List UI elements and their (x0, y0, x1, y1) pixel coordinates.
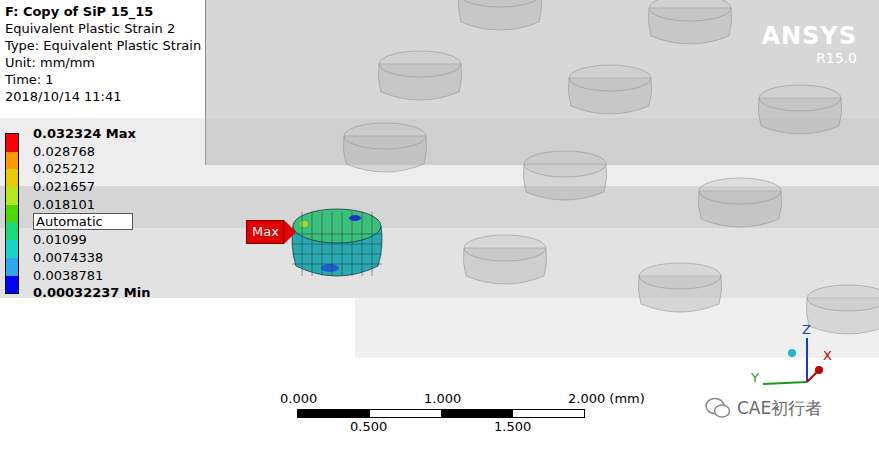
result-info-line: 2018/10/14 11:41 (5, 88, 200, 105)
result-info-line: Equivalent Plastic Strain 2 (5, 20, 200, 37)
scale-label: 0.000 (280, 391, 317, 407)
legend-band (6, 258, 18, 276)
solder-ball-icon (520, 146, 610, 210)
legend-band (6, 187, 18, 205)
legend-label: 0.028768 (33, 143, 151, 161)
svg-text:X: X (823, 348, 832, 363)
max-probe-label: Max (246, 220, 296, 244)
result-info-line: Time: 1 (5, 71, 200, 88)
legend-field[interactable]: Automatic (33, 213, 133, 230)
probe-arrow-icon (284, 220, 296, 244)
legend-label: 0.021657 (33, 178, 151, 196)
legend-label: 0.018101 (33, 196, 151, 214)
scale-label: 1.500 (494, 419, 531, 435)
legend-band (6, 169, 18, 187)
wechat-icon (705, 397, 731, 419)
solder-ball-icon (375, 46, 465, 110)
scale-label: 2.000 (mm) (568, 391, 645, 407)
solder-ball-icon (635, 258, 725, 322)
legend-label: 0.00032237 Min (33, 284, 151, 302)
legend-bar (5, 133, 19, 294)
watermark: CAE初行者 (705, 397, 822, 419)
solder-ball-icon (455, 0, 545, 40)
legend-label: 0.01099 (33, 231, 151, 249)
legend-band (6, 222, 18, 240)
legend-label: Automatic (33, 213, 151, 231)
ansys-result-view: Max F: Copy of SiP 15_15Equivalent Plasti… (0, 0, 879, 449)
result-info-line: Unit: mm/mm (5, 54, 200, 71)
result-title: F: Copy of SiP 15_15 (5, 3, 200, 20)
legend-band (6, 240, 18, 258)
lower-slab (355, 298, 879, 358)
solder-ball-icon (460, 230, 550, 294)
svg-text:Z: Z (802, 322, 811, 337)
solder-ball-icon (645, 0, 735, 54)
legend-label: 0.025212 (33, 160, 151, 178)
scale-bar: 0.0001.0002.000 (mm)0.5001.500 (272, 391, 632, 436)
result-ball-icon (290, 204, 384, 284)
legend-band (6, 152, 18, 170)
axis-triad-icon: ZX Y (745, 320, 845, 390)
legend: 0.032324 Max0.0287680.0252120.0216570.01… (5, 125, 200, 302)
info-panel: F: Copy of SiP 15_15Equivalent Plastic S… (0, 0, 200, 302)
solder-ball-icon (755, 80, 845, 144)
solder-ball-icon (565, 60, 655, 124)
solder-ball-icon (340, 118, 430, 182)
solder-ball-icon (803, 280, 879, 344)
ansys-logo: ANSYSR15.0 (761, 22, 857, 66)
scale-label: 0.500 (350, 419, 387, 435)
legend-label: 0.0038781 (33, 267, 151, 285)
solder-ball-icon (695, 173, 785, 237)
legend-band (6, 205, 18, 223)
result-info-line: Type: Equivalent Plastic Strain (5, 37, 200, 54)
scale-label: 1.000 (424, 391, 461, 407)
svg-text:Y: Y (750, 370, 759, 385)
legend-label: 0.0074338 (33, 249, 151, 267)
legend-band (6, 276, 18, 294)
legend-band (6, 134, 18, 152)
legend-label: 0.032324 Max (33, 125, 151, 143)
